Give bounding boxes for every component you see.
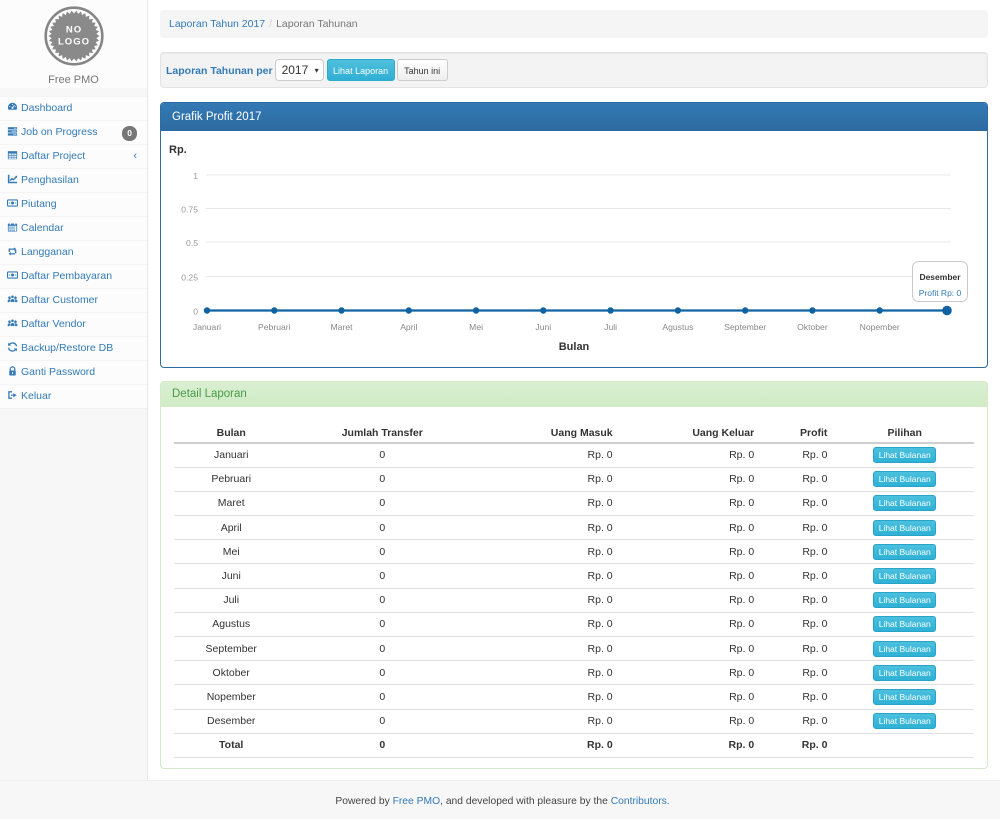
svg-text:0.75: 0.75 (181, 205, 198, 215)
svg-text:Juni: Juni (535, 322, 551, 332)
svg-text:September: September (724, 322, 766, 332)
svg-text:Profit Rp: 0: Profit Rp: 0 (919, 288, 962, 298)
svg-text:Bulan: Bulan (559, 341, 590, 353)
svg-text:Maret: Maret (331, 322, 354, 332)
svg-text:Oktober: Oktober (797, 322, 828, 332)
svg-text:April: April (400, 322, 417, 332)
svg-text:Pebruari: Pebruari (258, 322, 291, 332)
svg-text:Nopember: Nopember (860, 322, 900, 332)
svg-text:Mei: Mei (469, 322, 483, 332)
svg-text:NO: NO (65, 25, 81, 36)
svg-text:LOGO: LOGO (58, 37, 90, 48)
svg-text:Juli: Juli (604, 322, 617, 332)
svg-text:0.25: 0.25 (181, 273, 198, 283)
svg-text:0: 0 (193, 307, 198, 317)
svg-text:1: 1 (193, 171, 198, 181)
svg-text:0.5: 0.5 (186, 238, 198, 248)
svg-text:Desember: Desember (919, 272, 961, 282)
svg-text:Rp.: Rp. (169, 144, 187, 156)
svg-text:Januari: Januari (193, 322, 221, 332)
svg-text:Agustus: Agustus (662, 322, 693, 332)
